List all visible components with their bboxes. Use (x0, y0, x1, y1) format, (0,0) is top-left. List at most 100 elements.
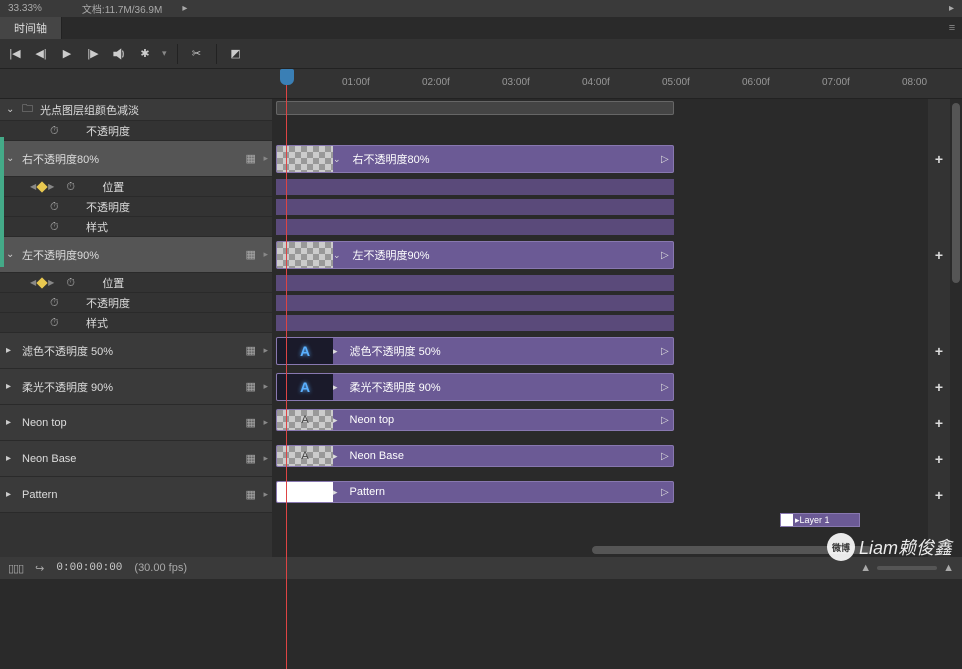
stopwatch-icon[interactable]: ⏱ (50, 297, 62, 309)
clip-end-icon[interactable]: ▷ (661, 250, 671, 261)
chevron-icon[interactable]: ▸ (263, 249, 268, 260)
keyframe-diamond-icon[interactable] (36, 181, 47, 192)
split-button[interactable]: ✂ (188, 45, 206, 63)
chevron-right-icon[interactable]: ▸ (333, 451, 338, 462)
filmstrip-icon[interactable]: ▦ (245, 380, 259, 393)
work-area-bar[interactable] (276, 101, 674, 115)
stopwatch-icon[interactable]: ⏱ (66, 181, 78, 193)
chevron-right-icon[interactable]: ▸ (6, 417, 18, 428)
clip-end-icon[interactable]: ▷ (661, 346, 671, 357)
layer-row[interactable]: ▸ Pattern ▦ ▸ (0, 477, 272, 513)
scrollbar-thumb[interactable] (952, 103, 960, 283)
layer-row[interactable]: ⌄ 右不透明度80% ▦ ▸ (0, 141, 272, 177)
clip[interactable]: A ▸ 滤色不透明度 50% ▷ (276, 337, 674, 365)
layer-row[interactable]: ⌄ 左不透明度90% ▦ ▸ (0, 237, 272, 273)
clip-end-icon[interactable]: ▷ (661, 154, 671, 165)
zoom-level[interactable]: 33.33% (8, 3, 42, 14)
zoom-out-icon[interactable]: ▲ (860, 562, 871, 574)
play-button[interactable]: ▶ (58, 45, 76, 63)
stopwatch-icon[interactable]: ⏱ (50, 125, 62, 137)
property-track[interactable] (276, 295, 674, 311)
chevron-icon[interactable]: ▸ (263, 345, 268, 356)
chevron-right-icon[interactable]: ▸ (6, 453, 18, 464)
first-frame-button[interactable]: |◀ (6, 45, 24, 63)
stopwatch-icon[interactable]: ⏱ (50, 201, 62, 213)
chevron-right-icon[interactable]: ▸ (949, 3, 954, 14)
layer-row[interactable]: ▸ Neon top ▦ ▸ (0, 405, 272, 441)
current-time[interactable]: 0:00:00:00 (56, 562, 122, 574)
clip[interactable]: A ▸ Neon Base ▷ (276, 445, 674, 467)
property-track[interactable] (276, 219, 674, 235)
filmstrip-icon[interactable]: ▦ (245, 452, 259, 465)
clip[interactable]: ⌄ 右不透明度80% ▷ (276, 145, 674, 173)
chevron-right-icon[interactable]: ▸ (333, 382, 338, 393)
property-track[interactable] (276, 179, 674, 195)
transition-button[interactable]: ◩ (227, 45, 245, 63)
share-icon[interactable]: ↪ (35, 562, 44, 575)
timeline-tracks[interactable]: ⌄ 右不透明度80% ▷ ⌄ 左不透明度90% ▷ (272, 99, 928, 557)
filmstrip-icon[interactable]: ▦ (245, 152, 259, 165)
tab-timeline[interactable]: 时间轴 (0, 17, 62, 39)
layer-row[interactable]: ▸ 柔光不透明度 90% ▦ ▸ (0, 369, 272, 405)
keyframe-nav[interactable]: ◀▶ (30, 278, 54, 287)
property-row[interactable]: ⏱ 不透明度 (0, 197, 272, 217)
chevron-icon[interactable]: ▸ (263, 417, 268, 428)
property-row[interactable]: ◀▶ ⏱ 位置 (0, 177, 272, 197)
settings-icon[interactable]: ✱ (136, 45, 154, 63)
chevron-right-icon[interactable]: ▸ (6, 489, 18, 500)
stopwatch-icon[interactable]: ⏱ (50, 317, 62, 329)
add-track-button[interactable]: + (928, 477, 950, 513)
chevron-icon[interactable]: ▸ (263, 153, 268, 164)
clip[interactable]: A ▸ Neon top ▷ (276, 409, 674, 431)
layer-row[interactable]: ▸ 滤色不透明度 50% ▦ ▸ (0, 333, 272, 369)
property-row[interactable]: ⏱ 不透明度 (0, 121, 272, 141)
layer-row[interactable]: ▸ Neon Base ▦ ▸ (0, 441, 272, 477)
clip-end-icon[interactable]: ▷ (661, 382, 671, 393)
property-row[interactable]: ⏱ 样式 (0, 313, 272, 333)
audio-button[interactable] (110, 45, 128, 63)
property-track[interactable] (276, 275, 674, 291)
add-track-button[interactable]: + (928, 333, 950, 369)
chevron-down-icon[interactable]: ⌄ (333, 154, 341, 165)
chevron-icon[interactable]: ▸ (263, 453, 268, 464)
frames-icon[interactable]: ▯▯▯ (8, 562, 23, 575)
vertical-scrollbar[interactable] (950, 99, 962, 557)
dropdown-icon[interactable]: ▾ (162, 48, 167, 59)
property-row[interactable]: ◀▶ ⏱ 位置 (0, 273, 272, 293)
chevron-right-icon[interactable]: ▸ (6, 381, 18, 392)
layer-group-row[interactable]: ⌄ 🗀 光点图层组颜色减淡 (0, 99, 272, 121)
clip-end-icon[interactable]: ▷ (661, 451, 671, 462)
prev-frame-button[interactable]: ◀| (32, 45, 50, 63)
clip-end-icon[interactable]: ▷ (661, 415, 671, 426)
clip-end-icon[interactable]: ▷ (661, 487, 671, 498)
add-track-button[interactable]: + (928, 441, 950, 477)
zoom-slider[interactable] (877, 566, 937, 570)
chevron-right-icon[interactable]: ▸ (333, 415, 338, 426)
filmstrip-icon[interactable]: ▦ (245, 248, 259, 261)
next-frame-button[interactable]: |▶ (84, 45, 102, 63)
time-ruler[interactable]: 01:00f 02:00f 03:00f 04:00f 05:00f 06:00… (272, 69, 962, 98)
property-row[interactable]: ⏱ 不透明度 (0, 293, 272, 313)
chevron-right-icon[interactable]: ▸ (182, 3, 187, 14)
chevron-icon[interactable]: ▸ (263, 381, 268, 392)
stopwatch-icon[interactable]: ⏱ (66, 277, 78, 289)
chevron-down-icon[interactable]: ⌄ (6, 249, 18, 260)
clip[interactable]: ▸ Pattern ▷ (276, 481, 674, 503)
clip-small[interactable]: ▸ Layer 1 (780, 513, 860, 527)
zoom-in-icon[interactable]: ▲ (943, 562, 954, 574)
clip[interactable]: A ▸ 柔光不透明度 90% ▷ (276, 373, 674, 401)
add-track-button[interactable]: + (928, 237, 950, 273)
chevron-right-icon[interactable]: ▸ (333, 346, 338, 357)
filmstrip-icon[interactable]: ▦ (245, 344, 259, 357)
property-track[interactable] (276, 315, 674, 331)
filmstrip-icon[interactable]: ▦ (245, 488, 259, 501)
clip[interactable]: ⌄ 左不透明度90% ▷ (276, 241, 674, 269)
chevron-right-icon[interactable]: ▸ (6, 345, 18, 356)
chevron-icon[interactable]: ▸ (263, 489, 268, 500)
chevron-down-icon[interactable]: ⌄ (6, 153, 18, 164)
keyframe-diamond-icon[interactable] (36, 277, 47, 288)
chevron-right-icon[interactable]: ▸ (333, 487, 338, 498)
chevron-down-icon[interactable]: ⌄ (333, 250, 341, 261)
add-track-button[interactable]: + (928, 141, 950, 177)
property-row[interactable]: ⏱ 样式 (0, 217, 272, 237)
